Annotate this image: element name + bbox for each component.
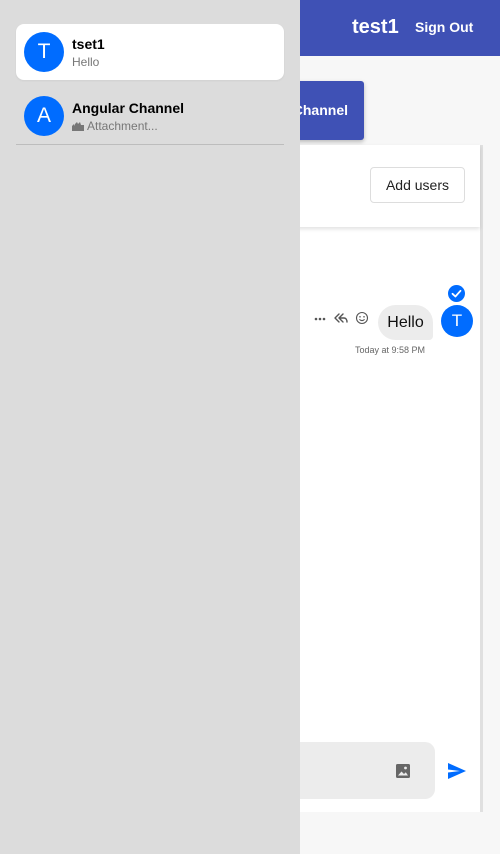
channel-avatar: A	[24, 96, 64, 136]
channel-header: Add users	[280, 145, 480, 227]
channel-preview-text: Attachment...	[87, 119, 158, 133]
message-composer	[280, 742, 435, 799]
message-avatar[interactable]: T	[441, 305, 473, 337]
check-circle-icon	[448, 285, 465, 302]
attachment-icon	[72, 122, 84, 131]
message-bubble[interactable]: Hello	[378, 305, 433, 340]
channel-name: tset1	[72, 36, 105, 52]
reply-all-icon[interactable]	[334, 311, 348, 325]
create-channel-label: Channel	[292, 102, 348, 118]
channel-list-divider	[16, 144, 284, 145]
channel-name: Angular Channel	[72, 100, 185, 116]
send-icon[interactable]	[447, 761, 467, 781]
message-actions	[313, 310, 369, 326]
smiley-icon[interactable]	[355, 311, 369, 325]
channel-item-tset1[interactable]: T tset1 Hello	[16, 24, 284, 80]
channel-preview: Hello	[72, 55, 99, 69]
add-users-button[interactable]: Add users	[370, 167, 465, 203]
chat-panel: Add users Hello T Today at 9:58 PM	[280, 145, 483, 812]
image-icon[interactable]	[395, 763, 411, 779]
channel-avatar: T	[24, 32, 64, 72]
message-timestamp: Today at 9:58 PM	[355, 345, 426, 355]
channel-item-angular-channel[interactable]: A Angular Channel Attachment...	[16, 88, 284, 144]
more-horizontal-icon[interactable]	[313, 311, 327, 325]
channel-preview-text: Hello	[72, 55, 100, 69]
sign-out-button[interactable]: Sign Out	[415, 19, 473, 35]
footer-strip	[280, 812, 500, 854]
channel-preview: Attachment...	[72, 119, 158, 133]
current-username: test1	[352, 16, 399, 38]
channel-list-drawer: T tset1 Hello A Angular Channel Attachme…	[0, 0, 300, 854]
